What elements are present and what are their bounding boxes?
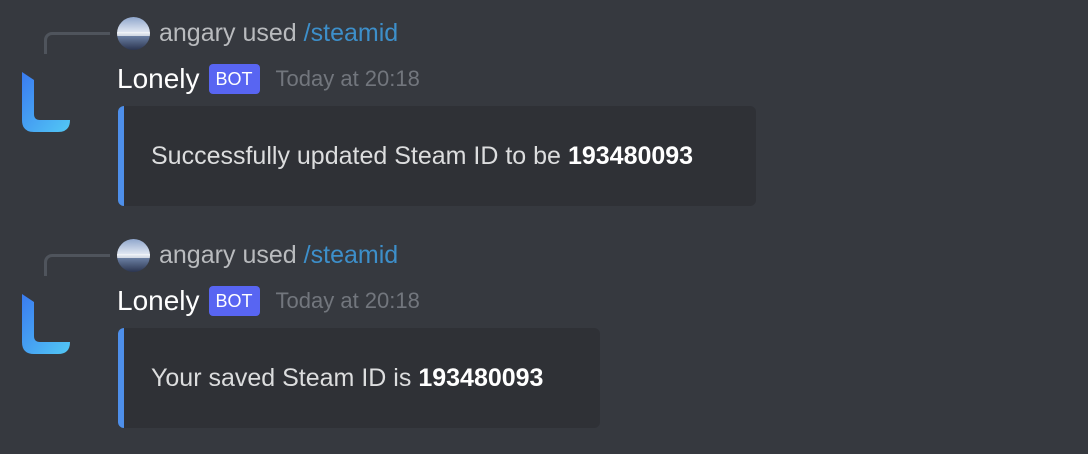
reply-connector [44,254,110,276]
steam-id-value: 193480093 [567,141,694,170]
message-timestamp[interactable]: Today at 20:18 [276,288,420,314]
bot-badge: BOT [208,64,260,94]
bot-username[interactable]: Lonely [117,63,200,95]
embed: Your saved Steam ID is 193480093 [118,328,600,428]
bot-avatar[interactable] [20,70,72,132]
reply-username[interactable]: angary [159,19,235,48]
bot-badge: BOT [208,286,260,316]
embed: Successfully updated Steam ID to be 1934… [118,106,756,206]
steam-id-value: 193480093 [418,363,544,392]
reply-connector [44,32,110,54]
user-avatar[interactable] [117,238,150,272]
slash-command-link[interactable]: /steamid [304,19,398,48]
embed-text: Your saved Steam ID is [151,363,412,392]
bot-username[interactable]: Lonely [117,285,200,317]
reply-used-text: used [242,240,297,269]
reply-context[interactable]: angary used /steamid [117,16,398,50]
user-avatar[interactable] [117,16,150,50]
slash-command-link[interactable]: /steamid [304,241,398,270]
author-row: Lonely BOT Today at 20:18 [117,61,420,97]
reply-used-text: used [242,18,297,47]
reply-username[interactable]: angary [159,241,235,270]
bot-avatar[interactable] [20,292,72,354]
author-row: Lonely BOT Today at 20:18 [117,283,420,319]
embed-text: Successfully updated Steam ID to be [151,141,561,170]
message-timestamp[interactable]: Today at 20:18 [276,66,420,92]
reply-context[interactable]: angary used /steamid [117,238,398,272]
